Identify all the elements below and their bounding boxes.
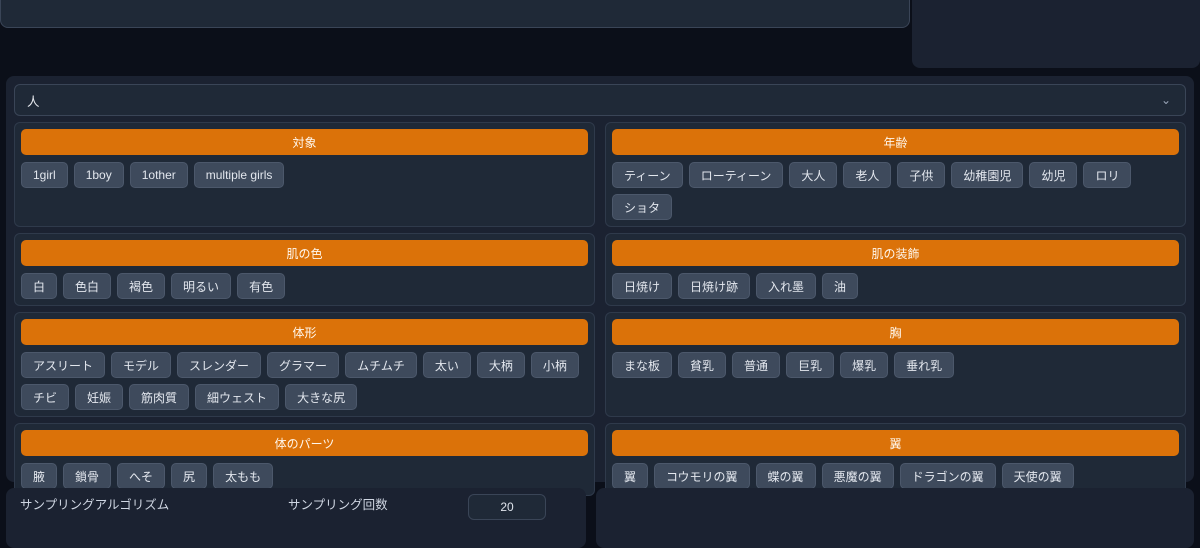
tag-section: 胸 まな板 貧乳 普通 巨乳 爆乳 垂れ乳 [605, 312, 1186, 417]
tag-list: まな板 貧乳 普通 巨乳 爆乳 垂れ乳 [612, 352, 1179, 378]
tag-section: 肌の装飾 日焼け 日焼け跡 入れ墨 油 [605, 233, 1186, 306]
tag-button[interactable]: 天使の翼 [1001, 463, 1074, 489]
tag-button[interactable]: 尻 [171, 463, 208, 489]
tag-section: 体のパーツ 腋 鎖骨 へそ 尻 太もも [14, 423, 595, 496]
tag-list: 腋 鎖骨 へそ 尻 太もも [21, 463, 588, 489]
section-title: 年齢 [612, 129, 1179, 155]
tag-button[interactable]: 老人 [843, 162, 892, 188]
accordion-header-person[interactable]: 人 ⌄ [14, 84, 1186, 116]
tag-button[interactable]: 1other [129, 162, 188, 188]
section-title: 胸 [612, 319, 1179, 345]
tag-button[interactable]: アスリート [21, 352, 106, 378]
tag-button[interactable]: 1girl [21, 162, 68, 188]
section-title: 体のパーツ [21, 430, 588, 456]
tag-button[interactable]: スレンダー [177, 352, 262, 378]
section-title: 肌の装飾 [612, 240, 1179, 266]
tag-button[interactable]: multiple girls [193, 162, 285, 188]
tag-button[interactable]: 有色 [237, 273, 286, 299]
prompt-textarea[interactable] [0, 0, 910, 28]
model-controls-panel: ▾ ⟳ ✿ タグを選択 [912, 0, 1200, 68]
tag-button[interactable]: 色白 [63, 273, 112, 299]
tag-button[interactable]: ショタ [612, 194, 673, 220]
tag-button[interactable]: 子供 [897, 162, 946, 188]
tag-button[interactable]: 垂れ乳 [894, 352, 955, 378]
tag-button[interactable]: モデル [111, 352, 172, 378]
tag-button[interactable]: 幼稚園児 [951, 162, 1024, 188]
tag-button[interactable]: 蝶の翼 [755, 463, 816, 489]
tag-section: 対象 1girl 1boy 1other multiple girls [14, 122, 595, 227]
tag-button[interactable]: 太もも [213, 463, 274, 489]
tag-button[interactable]: へそ [117, 463, 166, 489]
tag-button[interactable]: コウモリの翼 [654, 463, 750, 489]
tag-button[interactable]: ドラゴンの翼 [899, 463, 996, 489]
section-title: 肌の色 [21, 240, 588, 266]
tag-button[interactable]: 妊娠 [75, 384, 124, 410]
tag-button[interactable]: 油 [822, 273, 859, 299]
tag-sections-grid: 対象 1girl 1boy 1other multiple girls 年齢 テ… [14, 122, 1186, 496]
tag-button[interactable]: 明るい [171, 273, 232, 299]
tag-button[interactable]: 大柄 [476, 352, 525, 378]
tag-list: 白 色白 褐色 明るい 有色 [21, 273, 588, 299]
right-settings-panel [596, 488, 1194, 548]
tag-button[interactable]: 普通 [732, 352, 781, 378]
tag-button[interactable]: グラマー [267, 352, 340, 378]
section-title: 体形 [21, 319, 588, 345]
tag-list: 1girl 1boy 1other multiple girls [21, 162, 588, 188]
tag-section: 年齢 ティーン ローティーン 大人 老人 子供 幼稚園児 幼児 ロリ ショタ [605, 122, 1186, 227]
tag-list: ティーン ローティーン 大人 老人 子供 幼稚園児 幼児 ロリ ショタ [612, 162, 1179, 220]
tag-section: 翼 翼 コウモリの翼 蝶の翼 悪魔の翼 ドラゴンの翼 天使の翼 [605, 423, 1186, 496]
sampling-settings-row: サンプリングアルゴリズム サンプリング回数 20 [20, 494, 572, 520]
tag-button[interactable]: ムチムチ [345, 352, 417, 378]
tag-button[interactable]: 細ウェスト [195, 384, 280, 410]
tag-button[interactable]: 1boy [73, 162, 124, 188]
section-title: 対象 [21, 129, 588, 155]
tag-button[interactable]: 大人 [789, 162, 838, 188]
accordion-title: 人 [27, 94, 40, 109]
tag-button[interactable]: 白 [21, 273, 58, 299]
tag-button[interactable]: 爆乳 [840, 352, 889, 378]
sampling-settings-panel: サンプリングアルゴリズム サンプリング回数 20 [6, 488, 586, 548]
tag-button[interactable]: 悪魔の翼 [821, 463, 894, 489]
tag-list: 日焼け 日焼け跡 入れ墨 油 [612, 273, 1179, 299]
tag-button[interactable]: 大きな尻 [285, 384, 358, 410]
tag-section: 体形 アスリート モデル スレンダー グラマー ムチムチ 太い 大柄 小柄 チビ… [14, 312, 595, 417]
steps-input[interactable]: 20 [468, 494, 546, 520]
tag-list: 翼 コウモリの翼 蝶の翼 悪魔の翼 ドラゴンの翼 天使の翼 [612, 463, 1179, 489]
tag-button[interactable]: 巨乳 [786, 352, 835, 378]
tag-button[interactable]: 入れ墨 [756, 273, 817, 299]
tag-button[interactable]: 太い [422, 352, 471, 378]
tag-button[interactable]: 鎖骨 [63, 463, 112, 489]
tag-button[interactable]: まな板 [612, 352, 673, 378]
tag-button[interactable]: 日焼け [612, 273, 673, 299]
tag-list: アスリート モデル スレンダー グラマー ムチムチ 太い 大柄 小柄 チビ 妊娠… [21, 352, 588, 410]
chevron-down-icon[interactable]: ⌄ [1161, 94, 1171, 106]
tag-button[interactable]: 日焼け跡 [678, 273, 751, 299]
tag-button[interactable]: ロリ [1083, 162, 1132, 188]
tag-button[interactable]: 幼児 [1029, 162, 1078, 188]
tag-button[interactable]: 筋肉質 [129, 384, 190, 410]
sampler-label: サンプリングアルゴリズム [20, 498, 170, 512]
tag-button[interactable]: 翼 [612, 463, 649, 489]
tag-button[interactable]: ローティーン [688, 162, 784, 188]
tag-button[interactable]: 褐色 [117, 273, 166, 299]
section-title: 翼 [612, 430, 1179, 456]
tag-button[interactable]: 腋 [21, 463, 58, 489]
tag-button[interactable]: ティーン [612, 162, 683, 188]
tag-button[interactable]: 貧乳 [678, 352, 727, 378]
tag-section: 肌の色 白 色白 褐色 明るい 有色 [14, 233, 595, 306]
steps-label: サンプリング回数 [288, 498, 388, 512]
tag-button[interactable]: 小柄 [530, 352, 579, 378]
tag-button[interactable]: チビ [21, 384, 70, 410]
top-toolbar-strip: ▾ ⟳ ✿ タグを選択 [0, 0, 1200, 69]
tag-category-accordion: 人 ⌄ 対象 1girl 1boy 1other multiple girls … [6, 76, 1194, 496]
